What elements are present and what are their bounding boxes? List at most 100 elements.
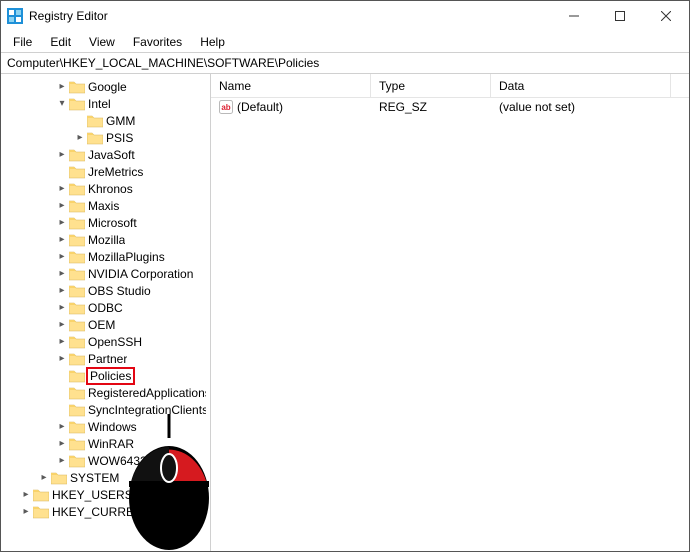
- tree-scroll[interactable]: ▸Google▾IntelGMM▸PSIS▸JavaSoftJreMetrics…: [1, 74, 210, 551]
- tree-item-label: Maxis: [88, 199, 119, 213]
- folder-icon: [69, 352, 85, 366]
- chevron-right-icon[interactable]: ▸: [55, 352, 69, 366]
- menu-file[interactable]: File: [5, 33, 40, 51]
- tree-item[interactable]: ▸MozillaPlugins: [1, 248, 210, 265]
- list-col-name[interactable]: Name: [211, 74, 371, 97]
- tree-item[interactable]: ▸ Khronos: [1, 180, 210, 197]
- tree-item[interactable]: ▸ NVIDIA Corporation: [1, 265, 210, 282]
- chevron-right-icon[interactable]: ▸: [55, 335, 69, 349]
- address-path: Computer\HKEY_LOCAL_MACHINE\SOFTWARE\Pol…: [7, 56, 319, 70]
- chevron-right-icon[interactable]: ▸: [55, 182, 69, 196]
- list-cell-data: (value not set): [491, 100, 671, 114]
- close-button[interactable]: [643, 1, 689, 31]
- maximize-button[interactable]: [597, 1, 643, 31]
- tree-item[interactable]: Policies: [1, 367, 210, 384]
- content-area: ▸Google▾IntelGMM▸PSIS▸JavaSoftJreMetrics…: [1, 74, 689, 551]
- folder-icon: [33, 505, 49, 519]
- folder-icon: [33, 488, 49, 502]
- menu-favorites[interactable]: Favorites: [125, 33, 190, 51]
- tree-item[interactable]: ▸OpenSSH: [1, 333, 210, 350]
- folder-icon: [69, 250, 85, 264]
- chevron-right-icon[interactable]: ▸: [55, 318, 69, 332]
- chevron-right-icon[interactable]: ▸: [55, 437, 69, 451]
- tree-item[interactable]: GMM: [1, 112, 210, 129]
- tree-item[interactable]: ▸ Partner: [1, 350, 210, 367]
- tree-item[interactable]: RegisteredApplications: [1, 384, 210, 401]
- tree-item[interactable]: ▸ HKEY_USERS: [1, 486, 210, 503]
- titlebar: Registry Editor: [1, 1, 689, 31]
- folder-icon: [69, 182, 85, 196]
- tree-item-label: SyncIntegrationClients: [88, 403, 206, 417]
- folder-icon: [69, 165, 85, 179]
- chevron-right-icon[interactable]: ▸: [55, 267, 69, 281]
- chevron-right-icon[interactable]: ▸: [55, 454, 69, 468]
- tree-item-label: Khronos: [88, 182, 133, 196]
- tree-item[interactable]: ▸WOW6432Node: [1, 452, 210, 469]
- chevron-right-icon[interactable]: ▸: [55, 420, 69, 434]
- list-header: Name Type Data: [211, 74, 689, 98]
- tree-item-label: NVIDIA Corporation: [88, 267, 193, 281]
- tree-item[interactable]: ▸ JavaSoft: [1, 146, 210, 163]
- folder-icon: [69, 233, 85, 247]
- chevron-right-icon[interactable]: ▸: [55, 148, 69, 162]
- chevron-down-icon[interactable]: ▾: [55, 97, 69, 111]
- folder-icon: [69, 437, 85, 451]
- chevron-right-icon[interactable]: ▸: [55, 284, 69, 298]
- menu-edit[interactable]: Edit: [42, 33, 79, 51]
- list-pane[interactable]: Name Type Data ab (Default) REG_SZ(value n…: [211, 74, 689, 551]
- chevron-right-icon[interactable]: ▸: [55, 250, 69, 264]
- tree-item[interactable]: ▸OBS Studio: [1, 282, 210, 299]
- folder-icon: [69, 369, 85, 383]
- tree-item[interactable]: ▸OEM: [1, 316, 210, 333]
- list-col-type[interactable]: Type: [371, 74, 491, 97]
- tree-item[interactable]: ▸HKEY_CURRENT_CONFIG: [1, 503, 210, 520]
- chevron-right-icon[interactable]: ▸: [73, 131, 87, 145]
- chevron-right-icon[interactable]: ▸: [55, 199, 69, 213]
- address-bar[interactable]: Computer\HKEY_LOCAL_MACHINE\SOFTWARE\Pol…: [1, 52, 689, 74]
- tree-item[interactable]: ▸Windows: [1, 418, 210, 435]
- folder-icon: [69, 386, 85, 400]
- tree-item-label: HKEY_USERS: [52, 488, 133, 502]
- chevron-right-icon[interactable]: ▸: [55, 216, 69, 230]
- tree-item-label: PSIS: [106, 131, 133, 145]
- registry-editor-window: Registry Editor File Edit View Favorites…: [0, 0, 690, 552]
- chevron-right-icon[interactable]: ▸: [55, 233, 69, 247]
- chevron-right-icon[interactable]: ▸: [55, 80, 69, 94]
- tree-item[interactable]: ▸ Maxis: [1, 197, 210, 214]
- tree-item-label: JavaSoft: [88, 148, 135, 162]
- list-col-data[interactable]: Data: [491, 74, 671, 97]
- window-title: Registry Editor: [29, 9, 551, 23]
- tree-item[interactable]: ▸Mozilla: [1, 231, 210, 248]
- chevron-right-icon[interactable]: ▸: [55, 301, 69, 315]
- folder-icon: [87, 131, 103, 145]
- tree-item-label: Partner: [88, 352, 127, 366]
- tree-pane: ▸Google▾IntelGMM▸PSIS▸JavaSoftJreMetrics…: [1, 74, 211, 551]
- chevron-right-icon[interactable]: ▸: [37, 471, 51, 485]
- tree-item[interactable]: ▸Google: [1, 78, 210, 95]
- tree-item[interactable]: ▾Intel: [1, 95, 210, 112]
- list-row[interactable]: ab (Default) REG_SZ(value not set): [211, 98, 689, 116]
- tree-item-label: GMM: [106, 114, 135, 128]
- tree-item-label: WinRAR: [88, 437, 134, 451]
- folder-icon: [69, 148, 85, 162]
- folder-icon: [69, 301, 85, 315]
- svg-text:ab: ab: [221, 103, 230, 112]
- tree-item[interactable]: ▸ PSIS: [1, 129, 210, 146]
- tree-item[interactable]: JreMetrics: [1, 163, 210, 180]
- folder-icon: [69, 267, 85, 281]
- chevron-right-icon[interactable]: ▸: [19, 505, 33, 519]
- tree-item[interactable]: ▸ WinRAR: [1, 435, 210, 452]
- folder-icon: [69, 335, 85, 349]
- value-name: (Default): [237, 100, 283, 114]
- menu-view[interactable]: View: [81, 33, 123, 51]
- menu-help[interactable]: Help: [192, 33, 233, 51]
- tree-item[interactable]: ▸Microsoft: [1, 214, 210, 231]
- tree-item[interactable]: SyncIntegrationClients: [1, 401, 210, 418]
- tree-item[interactable]: ▸SYSTEM: [1, 469, 210, 486]
- tree-item[interactable]: ▸ODBC: [1, 299, 210, 316]
- chevron-right-icon[interactable]: ▸: [19, 488, 33, 502]
- window-controls: [551, 1, 689, 31]
- list-cell-type: REG_SZ: [371, 100, 491, 114]
- minimize-button[interactable]: [551, 1, 597, 31]
- folder-icon: [69, 318, 85, 332]
